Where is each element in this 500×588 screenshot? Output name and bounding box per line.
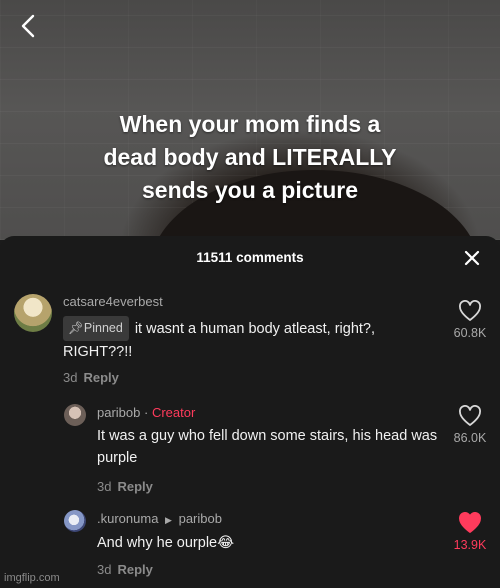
comment-text-body: it wasnt a human body atleast, right?, — [134, 321, 376, 337]
comment-text: And why he ourple😂 — [97, 532, 442, 554]
comment-age: 3d — [63, 370, 78, 385]
reply-button[interactable]: Reply — [117, 562, 152, 577]
like-count: 60.8K — [453, 326, 487, 340]
comment-text: 📌︎Pinned it wasnt a human body atleast, r… — [63, 316, 438, 363]
comment-reply-item: paribob · Creator It was a guy who fell … — [0, 398, 500, 508]
comment-username[interactable]: catsare4everbest — [63, 294, 163, 309]
comment-text-body: And why he ourple — [97, 535, 218, 551]
reply-username[interactable]: .kuronuma — [97, 511, 158, 526]
watermark: imgflip.com — [4, 572, 60, 584]
heart-outline-icon — [459, 300, 481, 321]
pinned-badge: 📌︎Pinned — [63, 316, 129, 341]
comment-age: 3d — [97, 562, 112, 577]
video-player[interactable]: When your mom finds a dead body and LITE… — [0, 0, 500, 240]
like-count: 13.9K — [453, 538, 487, 552]
comment-item: catsare4everbest 📌︎Pinned it wasnt a huma… — [0, 288, 500, 398]
reply-username[interactable]: paribob — [97, 405, 140, 420]
reply-button[interactable]: Reply — [117, 479, 152, 494]
like-button[interactable]: 86.0K — [444, 405, 496, 445]
comments-sheet: 11511 comments catsare4everbest 📌︎Pinned… — [0, 236, 500, 588]
heart-outline-icon — [459, 405, 481, 426]
like-count: 86.0K — [453, 431, 487, 445]
like-button[interactable]: 13.9K — [444, 512, 496, 552]
comment-text-continued: RIGHT??!! — [63, 344, 133, 360]
video-caption: When your mom finds a dead body and LITE… — [103, 111, 397, 203]
heart-filled-icon — [459, 512, 481, 533]
comment-reply-item: .kuronuma ▶ paribob And why he ourple😂 3… — [0, 506, 500, 588]
reply-button[interactable]: Reply — [83, 370, 118, 385]
comment-username: paribob · Creator — [97, 405, 195, 420]
username-separator: · — [140, 405, 152, 420]
avatar[interactable] — [64, 404, 86, 426]
comment-username: .kuronuma ▶ paribob — [97, 511, 222, 526]
reply-arrow-icon: ▶ — [165, 515, 172, 525]
comment-meta: 3d Reply — [97, 479, 153, 494]
pin-icon: 📌︎ — [68, 321, 84, 335]
close-icon[interactable] — [462, 248, 482, 268]
like-button[interactable]: 60.8K — [444, 300, 496, 340]
avatar[interactable] — [64, 510, 86, 532]
comment-meta: 3d Reply — [97, 562, 153, 577]
pinned-label: Pinned — [83, 321, 123, 335]
comment-count: 11511 comments — [196, 250, 304, 265]
comments-header: 11511 comments — [0, 236, 500, 280]
comment-meta: 3d Reply — [63, 370, 119, 385]
back-chevron-icon[interactable] — [14, 12, 42, 40]
comment-text: It was a guy who fell down some stairs, … — [97, 428, 438, 466]
reply-to-username[interactable]: paribob — [179, 511, 222, 526]
avatar[interactable] — [14, 294, 52, 332]
creator-badge: Creator — [151, 405, 196, 420]
laughing-emoji-icon: 😂 — [217, 535, 235, 551]
comment-age: 3d — [97, 479, 112, 494]
